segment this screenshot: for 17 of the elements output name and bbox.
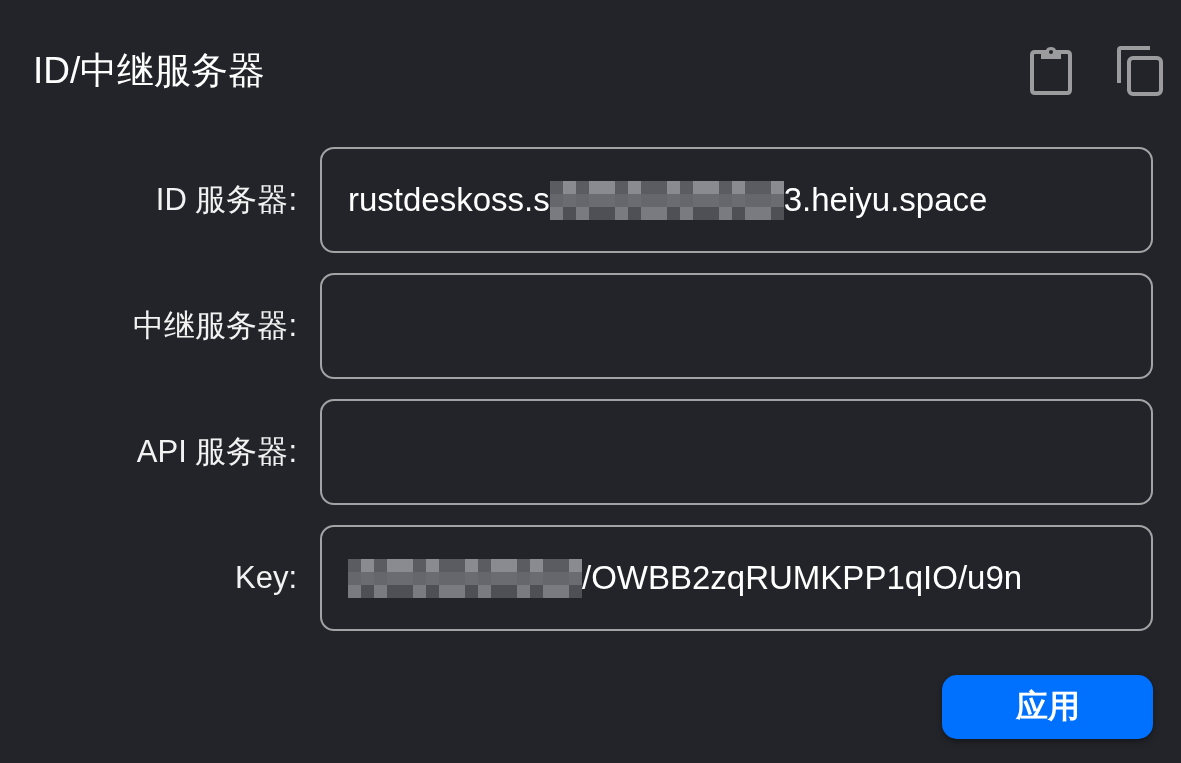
- clipboard-icon: [1030, 47, 1072, 95]
- copy-button[interactable]: [1117, 46, 1163, 96]
- field-value: 3.heiyu.space: [783, 181, 988, 219]
- paste-button[interactable]: [1030, 47, 1072, 95]
- field-value: rustdeskoss.s: [348, 181, 550, 219]
- field-label: API 服务器:: [136, 433, 297, 471]
- field-value: /OWBB2zqRUMKPP1qIO/u9n: [582, 559, 1023, 597]
- field-label: Key:: [234, 560, 297, 596]
- input-field[interactable]: [320, 399, 1153, 505]
- field-label: ID 服务器:: [155, 181, 297, 219]
- field-label: 中继服务器:: [133, 307, 297, 345]
- copy-icon: [1117, 46, 1163, 96]
- input-field[interactable]: /OWBB2zqRUMKPP1qIO/u9n: [320, 525, 1153, 631]
- dialog-title: ID/中继服务器: [33, 48, 266, 93]
- input-field[interactable]: [320, 273, 1153, 379]
- input-field[interactable]: rustdeskoss.s 3.heiyu.space: [320, 147, 1153, 253]
- apply-button[interactable]: 应用: [942, 675, 1153, 739]
